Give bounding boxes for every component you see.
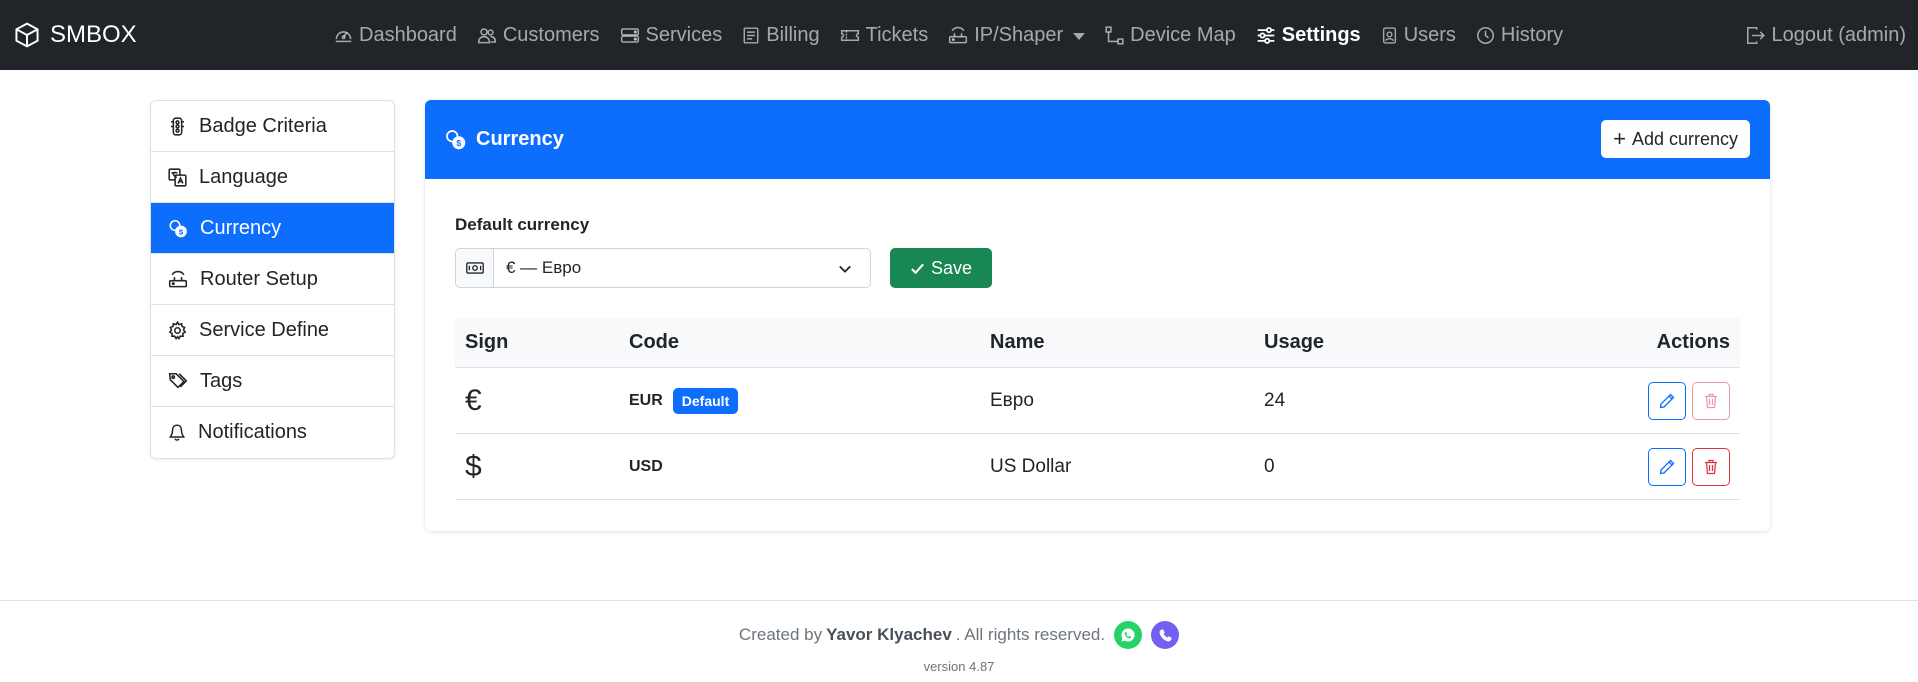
default-badge: Default: [672, 387, 739, 414]
currency-card: $ Currency + Add currency Default curren…: [425, 100, 1770, 531]
default-currency-value[interactable]: € — Евро: [494, 249, 870, 287]
nav-device-map[interactable]: Device Map: [1105, 24, 1236, 47]
nav-ip-shaper-dropdown[interactable]: IP/Shaper: [948, 24, 1086, 47]
footer-credits: Created by Yavor Klyachev . All rights r…: [0, 621, 1918, 649]
pencil-icon: [1659, 459, 1675, 474]
box-icon: [15, 22, 39, 48]
app-version: version 4.87: [923, 659, 995, 674]
traffic-light-icon: [170, 116, 185, 136]
save-button[interactable]: Save: [890, 248, 993, 288]
currency-usage: 0: [1264, 455, 1275, 477]
row-actions: [1642, 368, 1730, 433]
sidebar-item-language[interactable]: Language: [151, 152, 394, 203]
receipt-icon: [743, 26, 759, 44]
check-icon: [911, 263, 924, 274]
svg-text:$: $: [456, 138, 461, 148]
brand-link[interactable]: SMBOX: [14, 0, 137, 70]
currency-name: Евро: [990, 389, 1034, 411]
sidebar-item-currency[interactable]: $ Currency: [151, 203, 394, 254]
table-header: Sign Code Name Usage Actions: [455, 318, 1740, 368]
people-icon: [477, 27, 496, 43]
bell-icon: [169, 424, 185, 441]
pencil-icon: [1659, 393, 1675, 408]
coins-icon: $: [446, 130, 466, 150]
coins-icon: $: [169, 219, 187, 237]
nav-services[interactable]: Services: [620, 24, 722, 47]
add-currency-button[interactable]: + Add currency: [1601, 120, 1750, 158]
page-footer: Created by Yavor Klyachev . All rights r…: [0, 600, 1918, 682]
whatsapp-icon[interactable]: [1114, 621, 1143, 649]
card-title: Currency: [476, 128, 564, 150]
column-header-usage: Usage: [1264, 331, 1325, 353]
nav-tickets[interactable]: Tickets: [840, 24, 928, 47]
sidebar-item-tags[interactable]: Tags: [151, 356, 394, 407]
hdd-stack-icon: [620, 27, 639, 43]
sliders-icon: [1257, 26, 1275, 44]
table-row: € EUR Default Евро 24: [455, 368, 1740, 434]
brand-name: SMBOX: [50, 21, 137, 48]
clock-history-icon: [1476, 26, 1494, 44]
currency-sign: €: [465, 383, 482, 417]
currency-usage: 24: [1264, 389, 1286, 411]
delete-button[interactable]: [1692, 447, 1730, 486]
column-header-sign: Sign: [465, 331, 509, 353]
speedometer-icon: [335, 30, 352, 42]
tags-icon: [168, 372, 188, 389]
router-icon: [168, 270, 188, 287]
currency-code: EUR: [629, 391, 663, 409]
default-currency-select[interactable]: € — Евро: [455, 248, 871, 288]
column-header-actions: Actions: [1656, 331, 1730, 353]
column-header-code: Code: [629, 331, 679, 353]
table-row: $ USD US Dollar 0: [455, 434, 1740, 500]
viber-icon[interactable]: [1151, 621, 1180, 649]
router-icon: [949, 26, 968, 43]
person-badge-icon: [1382, 26, 1396, 44]
top-navbar: SMBOX Dashboard Customers Services Billi…: [0, 0, 1918, 70]
delete-button[interactable]: [1692, 381, 1730, 420]
nav-billing[interactable]: Billing: [742, 24, 820, 47]
svg-text:$: $: [179, 227, 184, 236]
nav-users[interactable]: Users: [1381, 24, 1456, 47]
sidebar-item-badge-criteria[interactable]: Badge Criteria: [151, 101, 394, 152]
sidebar-item-notifications[interactable]: Notifications: [151, 407, 394, 458]
currency-code: USD: [629, 457, 663, 475]
chevron-down-icon: [1073, 32, 1086, 40]
logout-link[interactable]: Logout (admin): [1746, 0, 1906, 70]
sidebar-item-router-setup[interactable]: Router Setup: [151, 254, 394, 305]
trash-icon: [1705, 393, 1717, 408]
box-arrow-right-icon: [1747, 26, 1766, 44]
settings-sidebar: Badge Criteria Language $ Currency Route…: [150, 100, 395, 459]
currency-code-cell: USD: [629, 434, 663, 499]
nav-settings[interactable]: Settings: [1256, 24, 1361, 47]
card-header: $ Currency + Add currency: [425, 100, 1770, 179]
edit-button[interactable]: [1648, 447, 1686, 486]
nav-history[interactable]: History: [1476, 24, 1563, 47]
row-actions: [1642, 434, 1730, 499]
diagram-icon: [1105, 25, 1124, 45]
translate-icon: [168, 167, 187, 187]
chevron-down-icon: [839, 265, 851, 273]
trash-icon: [1705, 459, 1717, 474]
main-nav: Dashboard Customers Services Billing Tic…: [334, 0, 1583, 70]
currency-sign: $: [465, 449, 482, 483]
edit-button[interactable]: [1648, 381, 1686, 420]
column-header-name: Name: [990, 331, 1045, 353]
author-name: Yavor Klyachev: [826, 625, 952, 644]
cash-icon: [456, 249, 494, 287]
nav-customers[interactable]: Customers: [477, 24, 600, 47]
nav-dashboard[interactable]: Dashboard: [334, 24, 457, 47]
currency-name: US Dollar: [990, 455, 1072, 477]
ticket-icon: [840, 29, 859, 41]
currency-table: Sign Code Name Usage Actions € EUR Defau…: [455, 318, 1740, 500]
default-currency-label: Default currency: [455, 215, 590, 234]
gear-icon: [168, 320, 187, 340]
sidebar-item-service-define[interactable]: Service Define: [151, 305, 394, 356]
plus-icon: +: [1613, 126, 1626, 151]
currency-code-cell: EUR Default: [629, 368, 739, 433]
